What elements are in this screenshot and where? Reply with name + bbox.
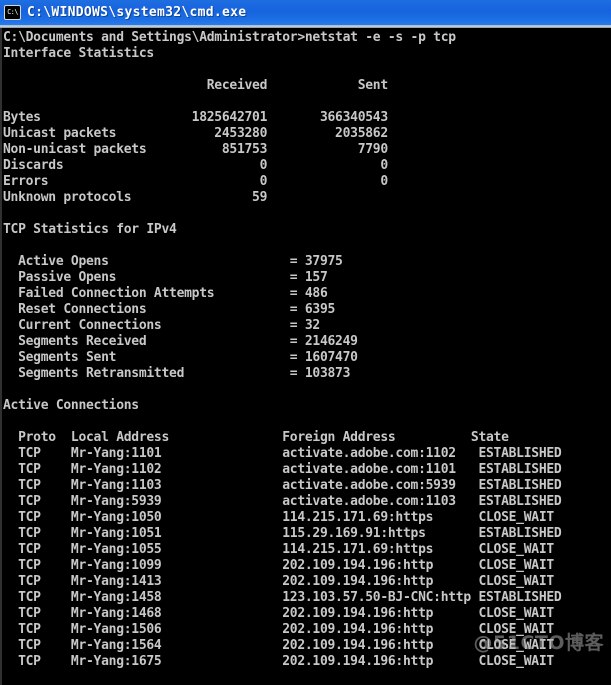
console-output-area[interactable]: C:\Documents and Settings\Administrator>… [0,28,611,685]
cmd-console-window: C:\ C:\WINDOWS\system32\cmd.exe C:\Docum… [0,0,611,685]
window-title: C:\WINDOWS\system32\cmd.exe [27,5,247,20]
console-inner: C:\Documents and Settings\Administrator>… [2,30,611,685]
console-text-buffer: C:\Documents and Settings\Administrator>… [3,30,562,669]
window-titlebar[interactable]: C:\ C:\WINDOWS\system32\cmd.exe [0,0,611,25]
cmd-icon-label: C:\ [7,8,18,16]
cmd-console-icon[interactable]: C:\ [4,5,21,20]
